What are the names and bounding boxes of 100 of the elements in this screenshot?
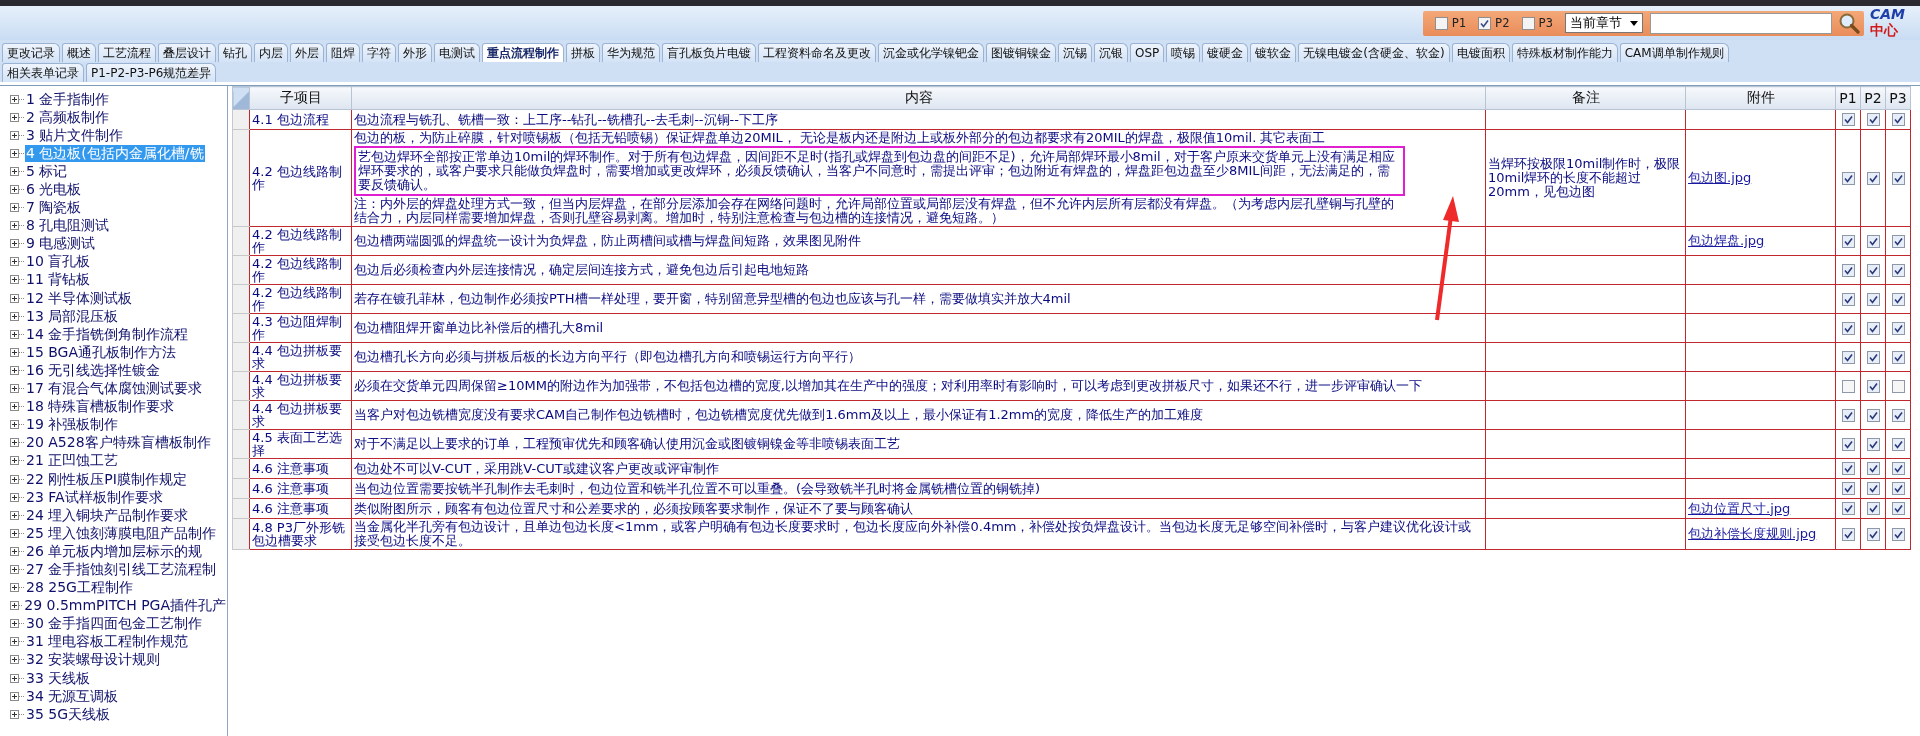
expand-icon[interactable] bbox=[10, 185, 19, 194]
tree-item[interactable]: 8 孔电阻测试 bbox=[25, 217, 111, 235]
expand-icon[interactable] bbox=[10, 637, 19, 647]
checkbox[interactable] bbox=[1841, 462, 1855, 475]
tree-item[interactable]: 15 BGA通孔板制作方法 bbox=[25, 343, 178, 361]
tree-item[interactable]: 3 贴片文件制作 bbox=[25, 126, 125, 144]
tree-item[interactable]: 18 特殊盲槽板制作要求 bbox=[25, 398, 176, 416]
tab[interactable]: 相关表单记录 bbox=[2, 63, 84, 82]
tree-item[interactable]: 2 高频板制作 bbox=[25, 108, 111, 126]
expand-icon[interactable] bbox=[10, 239, 19, 249]
tab[interactable]: 华为规范 bbox=[602, 43, 660, 62]
tree-item[interactable]: 17 有混合气体腐蚀测试要求 bbox=[25, 380, 204, 398]
tab[interactable]: 钻孔 bbox=[218, 43, 252, 62]
checkbox[interactable] bbox=[1841, 482, 1855, 495]
tree-item[interactable]: 28 25G工程制作 bbox=[25, 579, 134, 597]
tab[interactable]: 内层 bbox=[254, 43, 288, 62]
tree-item[interactable]: 33 天线板 bbox=[25, 669, 92, 687]
tab[interactable]: 重点流程制作 bbox=[482, 43, 564, 62]
tab[interactable]: 阻焊 bbox=[326, 43, 360, 62]
search-field[interactable] bbox=[1650, 12, 1832, 34]
expand-icon[interactable] bbox=[10, 221, 19, 231]
tab[interactable]: 外层 bbox=[290, 43, 324, 62]
expand-icon[interactable] bbox=[10, 619, 19, 629]
checkbox[interactable] bbox=[1841, 408, 1855, 422]
attachment-link[interactable]: 包边图.jpg bbox=[1688, 170, 1752, 185]
scope-dropdown[interactable]: 当前章节 bbox=[1565, 13, 1643, 33]
tab[interactable]: 电测试 bbox=[434, 43, 480, 62]
checkbox[interactable] bbox=[1866, 437, 1880, 451]
tree-item[interactable]: 31 埋电容板工程制作规范 bbox=[25, 633, 190, 651]
checkbox[interactable] bbox=[1891, 321, 1905, 335]
expand-icon[interactable] bbox=[10, 492, 19, 502]
checkbox[interactable] bbox=[1866, 234, 1880, 248]
expand-icon[interactable] bbox=[10, 420, 19, 430]
checkbox[interactable] bbox=[1891, 171, 1905, 185]
expand-icon[interactable] bbox=[10, 203, 19, 213]
checkbox[interactable] bbox=[1841, 113, 1855, 126]
checkbox[interactable] bbox=[1841, 234, 1855, 248]
tree-item[interactable]: 5 标记 bbox=[25, 162, 69, 180]
tree-item[interactable]: 1 金手指制作 bbox=[25, 90, 111, 108]
expand-icon[interactable] bbox=[10, 112, 19, 122]
tab[interactable]: 电镀面积 bbox=[1451, 43, 1510, 62]
expand-icon[interactable] bbox=[10, 709, 19, 719]
tree-item[interactable]: 14 金手指铣倒角制作流程 bbox=[25, 325, 190, 343]
checkbox[interactable] bbox=[1891, 113, 1905, 126]
expand-icon[interactable] bbox=[10, 329, 19, 339]
tab[interactable]: 镀软金 bbox=[1250, 43, 1297, 62]
tab[interactable]: 喷锡 bbox=[1166, 43, 1201, 62]
checkbox[interactable] bbox=[1866, 321, 1880, 335]
tree-item[interactable]: 16 无引线选择性镀金 bbox=[25, 361, 162, 379]
tree-item[interactable]: 10 盲孔板 bbox=[25, 253, 92, 271]
expand-icon[interactable] bbox=[10, 655, 19, 665]
checkbox[interactable] bbox=[1891, 527, 1905, 541]
expand-icon[interactable] bbox=[10, 94, 19, 104]
expand-icon[interactable] bbox=[10, 365, 19, 375]
expand-icon[interactable] bbox=[10, 456, 19, 466]
tab[interactable]: 沉锡 bbox=[1058, 43, 1092, 62]
tab[interactable]: 概述 bbox=[62, 43, 96, 62]
checkbox[interactable] bbox=[1866, 408, 1880, 422]
filter-checkbox[interactable] bbox=[1478, 16, 1492, 30]
checkbox[interactable] bbox=[1866, 379, 1880, 393]
checkbox[interactable] bbox=[1891, 292, 1905, 306]
expand-icon[interactable] bbox=[10, 673, 19, 683]
tree-item[interactable]: 24 埋入铜块产品制作要求 bbox=[25, 506, 190, 524]
checkbox[interactable] bbox=[1891, 379, 1905, 393]
checkbox[interactable] bbox=[1866, 292, 1880, 306]
tab[interactable]: 镀硬金 bbox=[1202, 43, 1249, 62]
checkbox[interactable] bbox=[1891, 263, 1905, 277]
expand-icon[interactable] bbox=[10, 583, 19, 593]
checkbox[interactable] bbox=[1841, 350, 1855, 364]
tree-item[interactable]: 27 金手指蚀刻引线工艺流程制 bbox=[25, 561, 218, 578]
tab[interactable]: 字符 bbox=[362, 43, 396, 62]
tree-item[interactable]: 13 局部混压板 bbox=[25, 307, 120, 325]
expand-icon[interactable] bbox=[10, 474, 19, 484]
filter-checkbox[interactable] bbox=[1521, 16, 1535, 30]
expand-icon[interactable] bbox=[10, 311, 19, 321]
expand-icon[interactable] bbox=[10, 510, 19, 520]
tree-item[interactable]: 6 光电板 bbox=[25, 181, 83, 198]
tree-item[interactable]: 25 埋入蚀刻薄膜电阻产品制作 bbox=[25, 524, 218, 542]
checkbox[interactable] bbox=[1891, 408, 1905, 422]
checkbox[interactable] bbox=[1841, 527, 1855, 541]
checkbox[interactable] bbox=[1866, 482, 1880, 495]
tree-item[interactable]: 12 半导体测试板 bbox=[25, 289, 134, 307]
tab[interactable]: 特殊板材制作能力 bbox=[1511, 43, 1618, 62]
expand-icon[interactable] bbox=[10, 402, 19, 412]
tree-item[interactable]: 20 A528客户特殊盲槽板制作 bbox=[25, 434, 212, 452]
tab[interactable]: 图镀铜镍金 bbox=[986, 43, 1056, 62]
checkbox[interactable] bbox=[1866, 527, 1880, 541]
expand-icon[interactable] bbox=[10, 293, 19, 303]
tab[interactable]: 无镍电镀金(含硬金、软金) bbox=[1298, 43, 1450, 62]
tree-item[interactable]: 9 电感测试 bbox=[25, 235, 97, 253]
expand-icon[interactable] bbox=[10, 691, 19, 701]
expand-icon[interactable] bbox=[10, 275, 19, 285]
tab[interactable]: 盲孔板负片电镀 bbox=[662, 43, 756, 62]
checkbox[interactable] bbox=[1841, 321, 1855, 335]
tree-item[interactable]: 32 安装螺母设计规则 bbox=[25, 651, 162, 669]
checkbox[interactable] bbox=[1891, 350, 1905, 364]
tab[interactable]: CAM调单制作规则 bbox=[1619, 43, 1729, 62]
checkbox[interactable] bbox=[1841, 292, 1855, 306]
expand-icon[interactable] bbox=[10, 166, 19, 176]
checkbox[interactable] bbox=[1841, 502, 1855, 515]
